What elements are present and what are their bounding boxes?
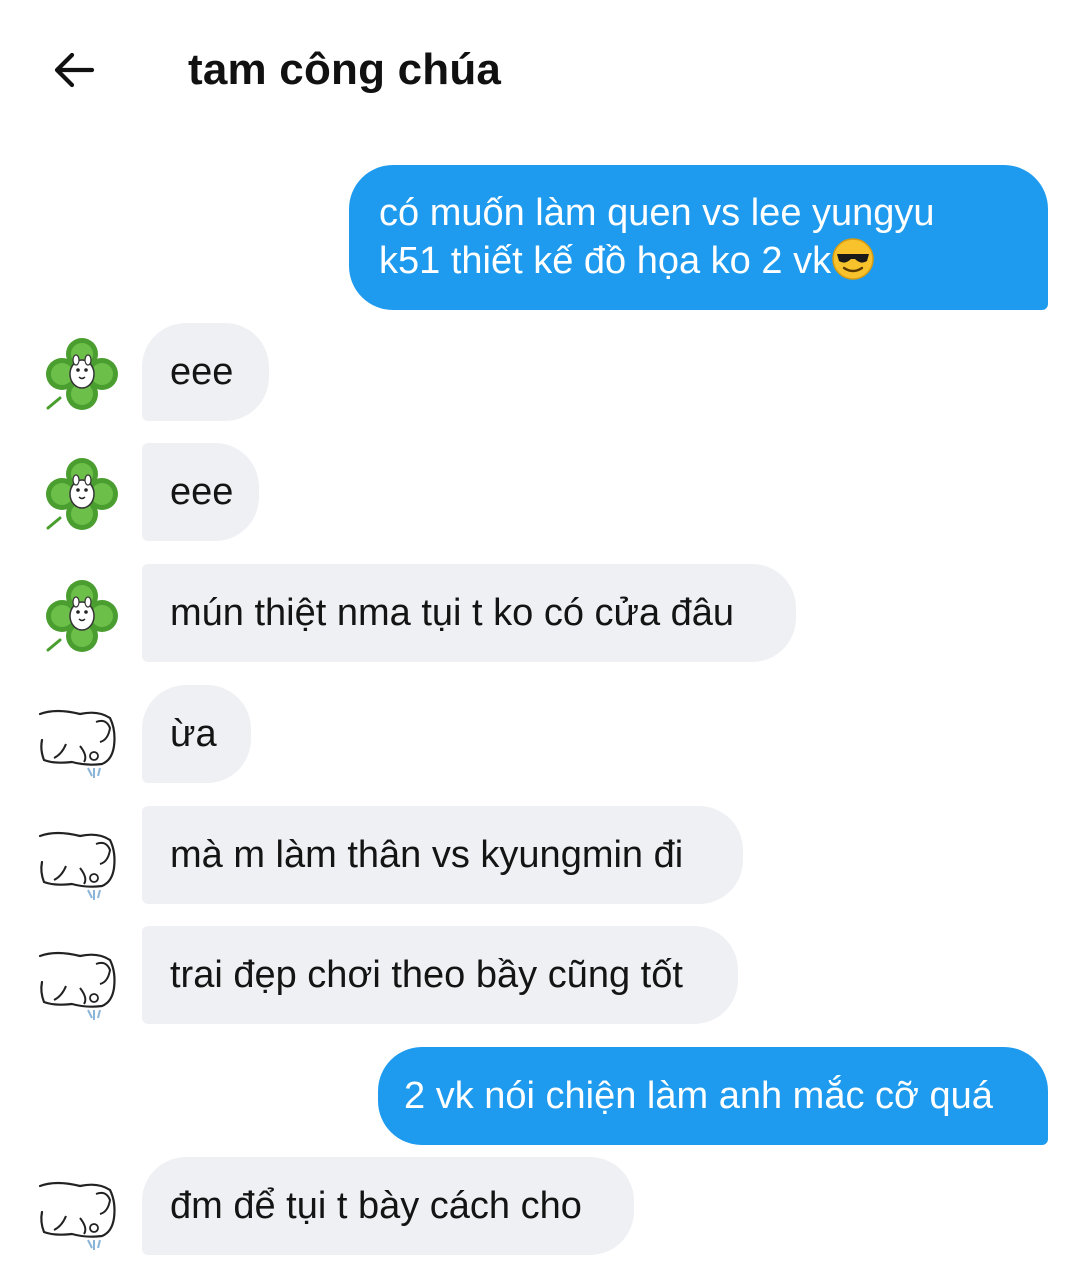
message-text: eee	[170, 471, 234, 513]
incoming-message[interactable]: ừa	[142, 685, 251, 783]
incoming-message[interactable]: đm để tụi t bày cách cho	[142, 1157, 634, 1255]
message-text: 2 vk nói chiện làm anh mắc cỡ quá	[404, 1075, 993, 1117]
outgoing-message[interactable]: 2 vk nói chiện làm anh mắc cỡ quá	[378, 1047, 1048, 1145]
conversation-title: tam công chúa	[188, 45, 502, 94]
clover-avatar[interactable]	[40, 574, 124, 658]
incoming-message[interactable]: mún thiệt nma tụi t ko có cửa đâu	[142, 564, 796, 662]
sketch-animal-avatar[interactable]	[36, 942, 120, 1026]
clover-avatar[interactable]	[40, 332, 124, 416]
incoming-message[interactable]: eee	[142, 323, 269, 421]
message-text: trai đẹp chơi theo bầy cũng tốt	[170, 954, 683, 996]
incoming-message[interactable]: trai đẹp chơi theo bầy cũng tốt	[142, 926, 738, 1024]
outgoing-message[interactable]: có muốn làm quen vs lee yungyu k51 thiết…	[349, 165, 1048, 310]
message-text: đm để tụi t bày cách cho	[170, 1185, 582, 1227]
incoming-message[interactable]: mà m làm thân vs kyungmin đi	[142, 806, 743, 904]
message-line: có muốn làm quen vs lee yungyu	[379, 192, 935, 234]
incoming-message[interactable]: eee	[142, 443, 259, 541]
clover-avatar[interactable]	[40, 452, 124, 536]
sketch-animal-avatar[interactable]	[36, 1172, 120, 1256]
message-text: ừa	[170, 713, 217, 755]
message-text: eee	[170, 351, 234, 393]
arrow-left-icon	[54, 52, 95, 88]
message-line: k51 thiết kế đồ họa ko 2 vk	[379, 237, 1018, 285]
smiling-face-with-sunglasses-icon	[831, 237, 875, 281]
message-text: mà m làm thân vs kyungmin đi	[170, 834, 684, 876]
chat-header: tam công chúa	[0, 0, 1080, 140]
message-text: mún thiệt nma tụi t ko có cửa đâu	[170, 592, 735, 634]
back-button[interactable]	[48, 44, 100, 96]
sketch-animal-avatar[interactable]	[36, 700, 120, 784]
sketch-animal-avatar[interactable]	[36, 822, 120, 906]
